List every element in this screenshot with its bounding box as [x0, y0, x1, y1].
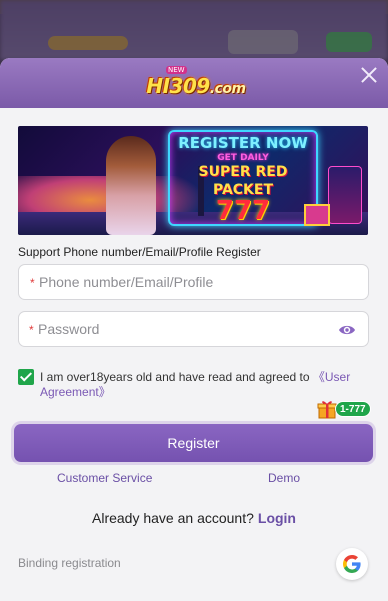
- login-prompt: Already have an account?: [92, 510, 254, 526]
- demo-link[interactable]: Demo: [268, 471, 300, 485]
- banner-subline: GET DAILY: [217, 153, 269, 163]
- checkbox-checked-icon[interactable]: [18, 369, 34, 385]
- modal-header: NEW HI309.com: [0, 58, 388, 108]
- google-icon: [343, 555, 361, 573]
- background-app-element: [48, 36, 128, 50]
- background-app-element: [228, 30, 298, 54]
- customer-service-link[interactable]: Customer Service: [57, 471, 152, 485]
- banner-headline: REGISTER NOW: [178, 134, 308, 152]
- bonus-amount-badge: 1-777: [335, 401, 371, 417]
- logo-text: HI309.com: [146, 74, 246, 98]
- agreement-text: I am over18years old and have read and a…: [40, 370, 360, 400]
- promo-banner: REGISTER NOW GET DAILY SUPER RED PACKET …: [18, 126, 368, 235]
- login-link[interactable]: Login: [258, 510, 296, 526]
- agreement-label: I am over18years old and have read and a…: [40, 370, 313, 384]
- logo-name: HI309: [146, 74, 210, 98]
- phone-email-field[interactable]: *: [18, 264, 369, 300]
- google-login-button[interactable]: [336, 548, 368, 580]
- phone-email-input[interactable]: [19, 265, 368, 299]
- close-icon[interactable]: [360, 66, 378, 84]
- register-hint: Support Phone number/Email/Profile Regis…: [18, 245, 261, 259]
- banner-jackpot-number: 777: [215, 196, 271, 226]
- logo-badge: NEW: [166, 66, 187, 74]
- register-modal: NEW HI309.com REGISTER NOW GET DAILY SUP…: [0, 58, 388, 601]
- register-button[interactable]: Register: [14, 424, 373, 462]
- slot-machine-icon: [328, 166, 362, 224]
- password-input[interactable]: [19, 312, 368, 346]
- banner-gift-icon: [304, 204, 330, 226]
- banner-offer-line: SUPER RED: [198, 164, 288, 180]
- login-prompt-row: Already have an account? Login: [0, 510, 388, 526]
- register-bonus-badge: 1-777: [316, 398, 374, 422]
- banner-model-illustration: [106, 136, 156, 235]
- eye-icon[interactable]: [338, 323, 356, 337]
- site-logo: NEW HI309.com: [136, 66, 256, 100]
- background-app-element: [326, 32, 372, 52]
- password-field[interactable]: *: [18, 311, 369, 347]
- binding-registration-label: Binding registration: [18, 556, 121, 570]
- logo-domain: .com: [209, 81, 246, 97]
